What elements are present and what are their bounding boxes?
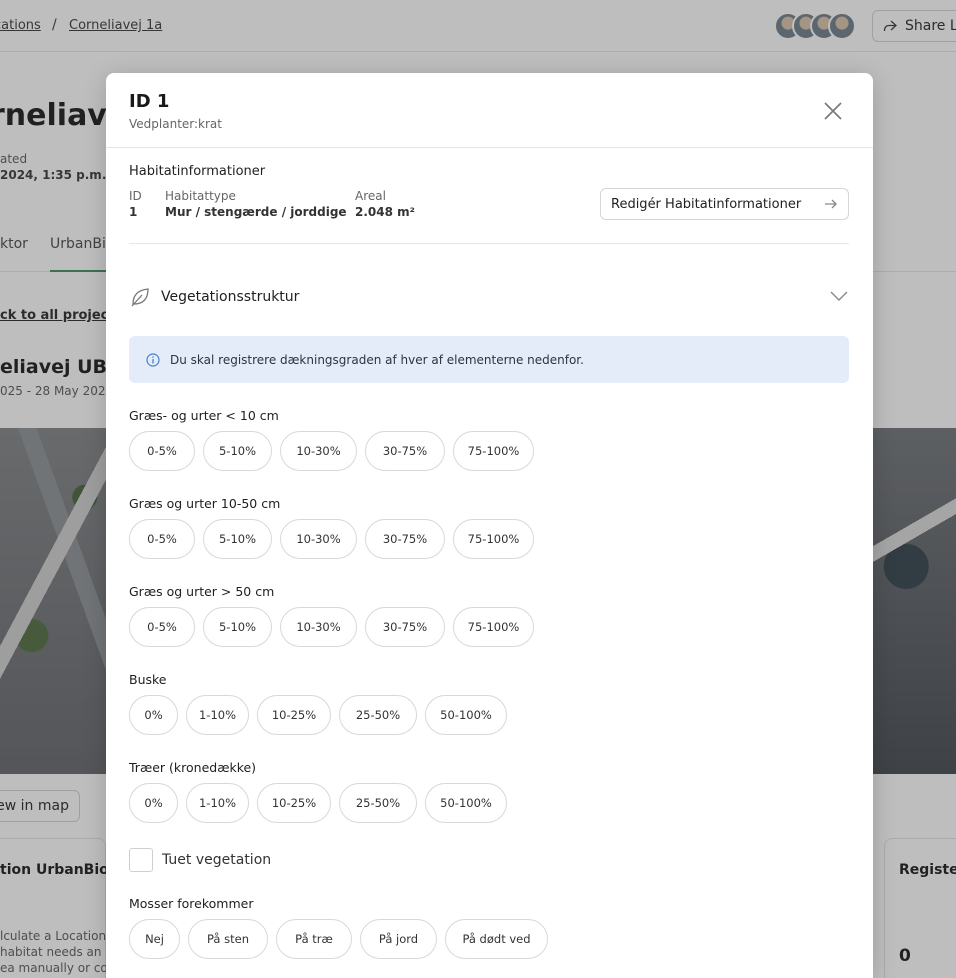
habitat-field-type: Habitattype Mur / stengærde / jorddige (165, 189, 347, 219)
vegetation-section-title: Vegetationsstruktur (161, 289, 300, 305)
question-label: Buske (129, 672, 167, 687)
option-chip[interactable]: 0% (129, 783, 178, 823)
chevron-down-icon (830, 291, 848, 301)
habitat-section-title: Habitatinformationer (129, 164, 266, 179)
option-group: 0% 1-10% 10-25% 25-50% 50-100% (129, 783, 507, 823)
question-label: Græs og urter > 50 cm (129, 584, 275, 599)
habitat-field-value: 2.048 m² (355, 205, 415, 219)
option-chip[interactable]: 25-50% (339, 695, 417, 735)
modal-subtitle: Vedplanter:krat (129, 117, 222, 131)
option-chip[interactable]: 10-30% (280, 431, 357, 471)
option-chip[interactable]: 50-100% (425, 695, 507, 735)
option-chip[interactable]: 25-50% (339, 783, 417, 823)
option-chip[interactable]: 0-5% (129, 607, 195, 647)
option-chip[interactable]: På sten (188, 919, 268, 959)
habitat-field-label: ID (129, 189, 142, 203)
edit-habitat-button[interactable]: Redigér Habitatinformationer (600, 188, 849, 220)
habitat-field-label: Areal (355, 189, 386, 203)
habitat-field-id: ID 1 (129, 189, 142, 219)
option-chip[interactable]: 10-30% (280, 519, 357, 559)
info-text: Du skal registrere dækningsgraden af hve… (170, 352, 584, 367)
option-chip[interactable]: 50-100% (425, 783, 507, 823)
vegetation-section-toggle[interactable]: Vegetationsstruktur (129, 283, 849, 311)
option-chip[interactable]: 5-10% (203, 431, 272, 471)
checkbox-box[interactable] (129, 848, 153, 872)
option-chip[interactable]: 30-75% (365, 519, 445, 559)
question-label: Græs og urter 10-50 cm (129, 496, 281, 511)
habitat-field-label: Habitattype (165, 189, 236, 203)
option-chip[interactable]: 75-100% (453, 519, 534, 559)
habitat-field-value: 1 (129, 205, 138, 219)
info-icon (146, 352, 160, 367)
option-chip[interactable]: 1-10% (186, 695, 249, 735)
question-label: Træer (kronedække) (129, 760, 257, 775)
option-group: 0-5% 5-10% 10-30% 30-75% 75-100% (129, 607, 534, 647)
option-chip[interactable]: 5-10% (203, 607, 272, 647)
tuet-vegetation-checkbox[interactable]: Tuet vegetation (129, 848, 271, 872)
option-chip[interactable]: 5-10% (203, 519, 272, 559)
option-group: 0-5% 5-10% 10-30% 30-75% 75-100% (129, 519, 534, 559)
option-chip[interactable]: På jord (360, 919, 437, 959)
option-chip[interactable]: 0-5% (129, 431, 195, 471)
habitat-field-value: Mur / stengærde / jorddige (165, 205, 347, 219)
close-icon[interactable] (822, 100, 844, 122)
option-chip[interactable]: 0% (129, 695, 178, 735)
option-chip[interactable]: 30-75% (365, 431, 445, 471)
option-chip[interactable]: 10-30% (280, 607, 357, 647)
option-chip[interactable]: 75-100% (453, 431, 534, 471)
modal-header: ID 1 Vedplanter:krat (106, 73, 873, 148)
modal-title: ID 1 (129, 91, 170, 112)
option-chip[interactable]: Nej (129, 919, 180, 959)
option-chip[interactable]: 10-25% (257, 783, 331, 823)
option-group: 0% 1-10% 10-25% 25-50% 50-100% (129, 695, 507, 735)
edit-habitat-label: Redigér Habitatinformationer (611, 196, 802, 212)
option-chip[interactable]: På træ (276, 919, 352, 959)
option-group: Nej På sten På træ På jord På dødt ved (129, 919, 548, 959)
option-group: 0-5% 5-10% 10-30% 30-75% 75-100% (129, 431, 534, 471)
section-divider (129, 243, 849, 244)
option-chip[interactable]: 30-75% (365, 607, 445, 647)
option-chip[interactable]: 0-5% (129, 519, 195, 559)
option-chip[interactable]: 1-10% (186, 783, 249, 823)
option-chip[interactable]: På dødt ved (445, 919, 548, 959)
option-chip[interactable]: 10-25% (257, 695, 331, 735)
habitat-modal: ID 1 Vedplanter:krat Habitatinformatione… (106, 73, 873, 978)
option-chip[interactable]: 75-100% (453, 607, 534, 647)
leaf-icon (131, 288, 149, 307)
arrow-right-icon (825, 199, 837, 209)
habitat-field-area: Areal 2.048 m² (355, 189, 415, 219)
question-label: Mosser forekommer (129, 896, 254, 911)
checkbox-label: Tuet vegetation (162, 852, 272, 868)
question-label: Græs- og urter < 10 cm (129, 408, 279, 423)
info-banner: Du skal registrere dækningsgraden af hve… (129, 336, 849, 383)
